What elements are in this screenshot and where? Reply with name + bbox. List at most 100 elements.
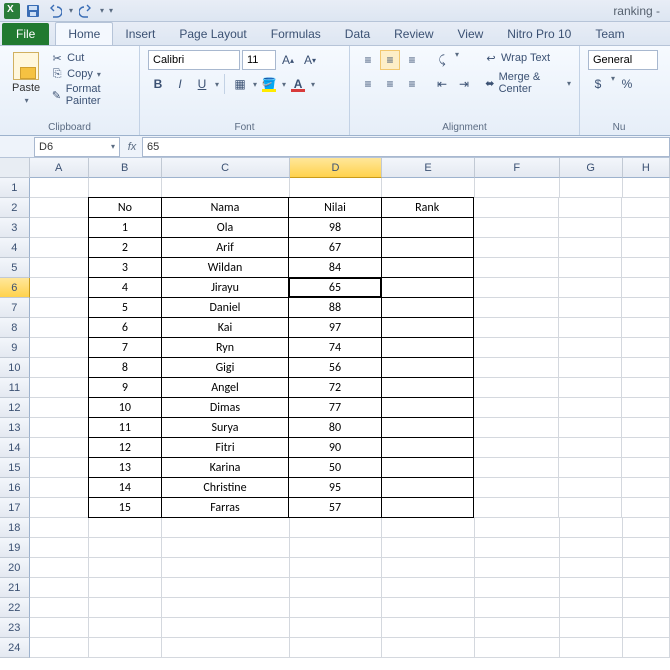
row-header-4[interactable]: 4 (0, 238, 30, 258)
cell-A22[interactable] (30, 598, 89, 618)
cell-D5[interactable]: 84 (288, 257, 381, 278)
cell-C10[interactable]: Gigi (161, 357, 290, 378)
cell-E24[interactable] (382, 638, 475, 658)
cell-A20[interactable] (30, 558, 89, 578)
cell-D24[interactable] (290, 638, 383, 658)
cell-E10[interactable] (381, 357, 474, 378)
cell-B16[interactable]: 14 (88, 477, 161, 498)
cell-D7[interactable]: 88 (288, 297, 381, 318)
cell-D18[interactable] (290, 518, 383, 538)
cell-C11[interactable]: Angel (161, 377, 290, 398)
col-header-A[interactable]: A (30, 158, 89, 178)
percent-button[interactable]: % (617, 74, 637, 94)
cell-H8[interactable] (622, 318, 670, 338)
cell-C2[interactable]: Nama (161, 197, 290, 218)
cell-A5[interactable] (30, 258, 89, 278)
tab-formulas[interactable]: Formulas (259, 23, 333, 45)
cell-H24[interactable] (623, 638, 670, 658)
cell-D9[interactable]: 74 (288, 337, 381, 358)
cell-B5[interactable]: 3 (88, 257, 161, 278)
row-header-20[interactable]: 20 (0, 558, 30, 578)
cell-A11[interactable] (30, 378, 89, 398)
cell-H17[interactable] (622, 498, 670, 518)
cell-D4[interactable]: 67 (288, 237, 381, 258)
col-header-H[interactable]: H (623, 158, 670, 178)
cell-H3[interactable] (622, 218, 670, 238)
cell-G8[interactable] (559, 318, 622, 338)
col-header-E[interactable]: E (382, 158, 475, 178)
cell-A8[interactable] (30, 318, 89, 338)
cell-F23[interactable] (475, 618, 560, 638)
cell-G22[interactable] (560, 598, 623, 618)
cell-H7[interactable] (622, 298, 670, 318)
cell-G16[interactable] (559, 478, 622, 498)
cell-H21[interactable] (623, 578, 670, 598)
cell-B17[interactable]: 15 (88, 497, 161, 518)
cell-B3[interactable]: 1 (88, 217, 161, 238)
col-header-G[interactable]: G (560, 158, 623, 178)
cell-C15[interactable]: Karina (161, 457, 290, 478)
cell-D20[interactable] (290, 558, 383, 578)
row-header-1[interactable]: 1 (0, 178, 30, 198)
align-top-icon[interactable]: ≡ (358, 50, 378, 70)
font-size-select[interactable] (242, 50, 276, 70)
col-header-D[interactable]: D (290, 158, 383, 178)
cell-G2[interactable] (559, 198, 622, 218)
cell-B7[interactable]: 5 (88, 297, 161, 318)
cell-G3[interactable] (559, 218, 622, 238)
cell-C24[interactable] (162, 638, 290, 658)
cell-C8[interactable]: Kai (161, 317, 290, 338)
tab-home[interactable]: Home (55, 22, 113, 45)
row-header-11[interactable]: 11 (0, 378, 30, 398)
fx-icon[interactable]: fx (122, 141, 142, 153)
align-right-icon[interactable]: ≡ (402, 74, 422, 94)
cell-H4[interactable] (622, 238, 670, 258)
wrap-text-button[interactable]: ↩Wrap Text (484, 50, 571, 66)
cell-E20[interactable] (382, 558, 475, 578)
cell-E17[interactable] (381, 497, 474, 518)
cell-A12[interactable] (30, 398, 89, 418)
cell-G13[interactable] (559, 418, 622, 438)
cell-F2[interactable] (474, 198, 559, 218)
cell-C14[interactable]: Fitri (161, 437, 290, 458)
cell-A1[interactable] (30, 178, 89, 198)
cell-B21[interactable] (89, 578, 162, 598)
copy-button[interactable]: ⎘Copy▾ (50, 66, 131, 82)
font-name-select[interactable] (148, 50, 240, 70)
cell-F22[interactable] (475, 598, 560, 618)
number-format-select[interactable] (588, 50, 658, 70)
align-middle-icon[interactable]: ≡ (380, 50, 400, 70)
cell-G19[interactable] (560, 538, 623, 558)
row-header-24[interactable]: 24 (0, 638, 30, 658)
cell-A9[interactable] (30, 338, 89, 358)
cell-C22[interactable] (162, 598, 290, 618)
cell-E18[interactable] (382, 518, 475, 538)
cell-G15[interactable] (559, 458, 622, 478)
col-header-F[interactable]: F (475, 158, 560, 178)
cell-E12[interactable] (381, 397, 474, 418)
row-header-2[interactable]: 2 (0, 198, 30, 218)
cell-D11[interactable]: 72 (288, 377, 381, 398)
cell-B10[interactable]: 8 (88, 357, 161, 378)
cell-B18[interactable] (89, 518, 162, 538)
decrease-indent-icon[interactable]: ⇤ (432, 74, 452, 94)
cell-G18[interactable] (560, 518, 623, 538)
cell-D1[interactable] (290, 178, 383, 198)
cell-E16[interactable] (381, 477, 474, 498)
row-header-7[interactable]: 7 (0, 298, 30, 318)
cell-D8[interactable]: 97 (288, 317, 381, 338)
cell-F21[interactable] (475, 578, 560, 598)
cell-D14[interactable]: 90 (288, 437, 381, 458)
cell-D23[interactable] (290, 618, 383, 638)
cell-B23[interactable] (89, 618, 162, 638)
row-header-19[interactable]: 19 (0, 538, 30, 558)
cell-G24[interactable] (560, 638, 623, 658)
cell-E15[interactable] (381, 457, 474, 478)
cell-A18[interactable] (30, 518, 89, 538)
cell-A2[interactable] (30, 198, 89, 218)
cell-D22[interactable] (290, 598, 383, 618)
cell-B20[interactable] (89, 558, 162, 578)
cell-D12[interactable]: 77 (288, 397, 381, 418)
cell-D15[interactable]: 50 (288, 457, 381, 478)
cell-B19[interactable] (89, 538, 162, 558)
